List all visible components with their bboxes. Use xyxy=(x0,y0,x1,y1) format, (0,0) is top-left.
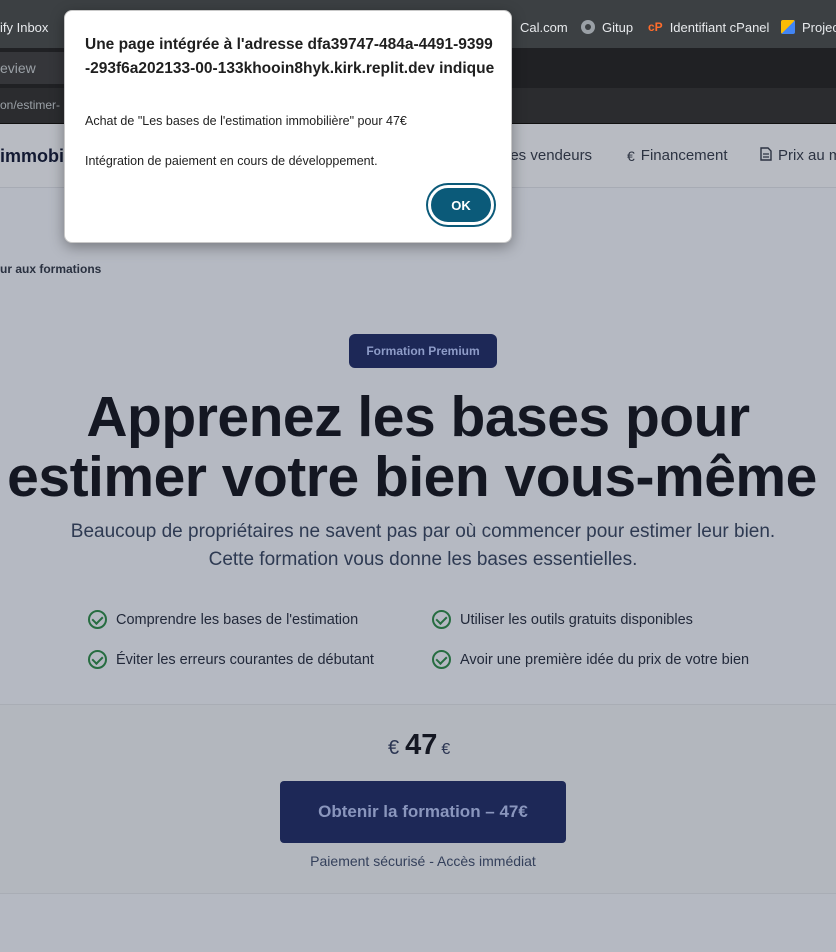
nav-label: Financement xyxy=(640,147,728,164)
bookmark-inbox[interactable]: ify Inbox xyxy=(0,19,48,35)
check-circle-icon xyxy=(432,610,451,629)
nav-label: des vendeurs xyxy=(502,147,593,164)
cube-icon xyxy=(781,20,795,34)
hero-section: Formation Premium Apprenez les bases pou… xyxy=(0,314,836,704)
buy-formation-button[interactable]: Obtenir la formation – 47€ xyxy=(280,781,566,843)
nav-financement[interactable]: € Financement xyxy=(627,147,728,164)
bookmark-calcom[interactable]: Cal.com xyxy=(520,19,568,35)
bookmark-label: Identifiant cPanel xyxy=(669,19,770,35)
euro-icon: € xyxy=(388,737,400,759)
feature-item: Éviter les erreurs courantes de débutant xyxy=(88,650,374,669)
subtitle-line-1: Beaucoup de propriétaires ne savent pas … xyxy=(70,521,776,542)
bookmark-label: Gitup xyxy=(602,19,634,35)
ok-button[interactable]: OK xyxy=(428,185,494,225)
price-display: € 47 € xyxy=(388,729,450,762)
url-text: on/estimer- xyxy=(0,98,61,112)
back-to-formations-link[interactable]: ur aux formations xyxy=(0,262,101,276)
bookmark-label: Projec xyxy=(802,19,836,35)
dialog-message-line-1: Achat de "Les bases de l'estimation immo… xyxy=(85,114,407,128)
bookmark-label: Cal.com xyxy=(520,19,568,35)
headline-line-2: estimer votre bien vous-même xyxy=(7,445,817,509)
nav-label: Prix au m xyxy=(778,147,836,164)
euro-icon: € xyxy=(627,147,635,164)
secure-payment-note: Paiement sécurisé - Accès immédiat xyxy=(310,853,536,869)
feature-item: Avoir une première idée du prix de votre… xyxy=(432,650,749,669)
dialog-message-line-2: Intégration de paiement en cours de déve… xyxy=(85,154,378,168)
github-icon xyxy=(581,20,595,34)
check-circle-icon xyxy=(88,610,107,629)
check-circle-icon xyxy=(88,650,107,669)
pricing-section: € 47 € Obtenir la formation – 47€ Paieme… xyxy=(0,704,836,894)
page-content: immobi des vendeurs € Financement Prix a… xyxy=(0,124,836,952)
bookmark-gitup[interactable]: Gitup xyxy=(581,19,633,35)
feature-text: Éviter les erreurs courantes de débutant xyxy=(116,651,374,668)
check-circle-icon xyxy=(432,650,451,669)
bookmark-label: ify Inbox xyxy=(0,19,49,35)
price-amount: 47 xyxy=(405,729,438,761)
feature-text: Utiliser les outils gratuits disponibles xyxy=(460,611,693,628)
nav-sellers[interactable]: des vendeurs xyxy=(502,147,592,164)
premium-badge: Formation Premium xyxy=(349,334,497,368)
bookmark-cpanel[interactable]: cP Identifiant cPanel xyxy=(648,19,769,35)
doc-icon xyxy=(760,147,772,164)
feature-item: Utiliser les outils gratuits disponibles xyxy=(432,610,693,629)
feature-text: Comprendre les bases de l'estimation xyxy=(116,611,359,628)
headline-line-1: Apprenez les bases pour xyxy=(86,385,750,449)
alert-dialog: Une page intégrée à l'adresse dfa39747-4… xyxy=(64,10,512,243)
nav-prix-m2[interactable]: Prix au m xyxy=(760,147,836,164)
bookmark-project[interactable]: Projec xyxy=(781,19,836,35)
site-brand[interactable]: immobi xyxy=(0,146,64,167)
cpanel-icon: cP xyxy=(648,20,663,34)
subtitle-line-2: Cette formation vous donne les bases ess… xyxy=(208,549,638,570)
tab-label: eview xyxy=(0,60,36,76)
feature-item: Comprendre les bases de l'estimation xyxy=(88,610,358,629)
dialog-title: Une page intégrée à l'adresse dfa39747-4… xyxy=(85,36,495,77)
feature-text: Avoir une première idée du prix de votre… xyxy=(460,651,750,668)
price-suffix: € xyxy=(441,741,451,758)
